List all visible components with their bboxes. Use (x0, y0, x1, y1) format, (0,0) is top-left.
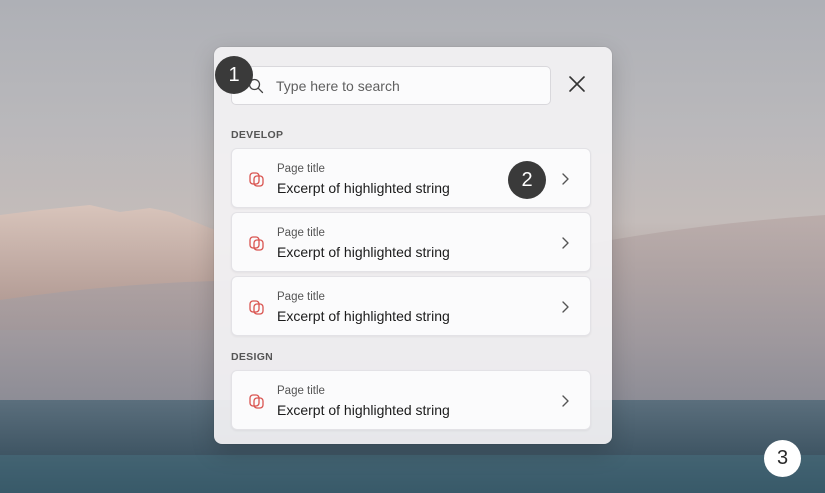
close-icon (568, 75, 586, 98)
result-title: Page title (277, 227, 325, 239)
callout-marker-3: 3 (764, 440, 801, 477)
chevron-right-icon (560, 394, 572, 408)
result-excerpt: Excerpt of highlighted string (277, 244, 450, 260)
chevron-right-icon (560, 236, 572, 250)
result-excerpt: Excerpt of highlighted string (277, 180, 450, 196)
result-excerpt: Excerpt of highlighted string (277, 402, 450, 418)
result-title: Page title (277, 163, 325, 175)
result-item[interactable]: Page title Excerpt of highlighted string (231, 276, 591, 336)
close-button[interactable] (565, 74, 589, 98)
search-panel: DEVELOP Page title Excerpt of highlighte… (214, 47, 612, 444)
result-excerpt: Excerpt of highlighted string (277, 308, 450, 324)
page-icon (248, 170, 266, 188)
result-item[interactable]: Page title Excerpt of highlighted string (231, 212, 591, 272)
page-icon (248, 234, 266, 252)
page-icon (248, 298, 266, 316)
chevron-right-icon (560, 300, 572, 314)
result-title: Page title (277, 291, 325, 303)
search-box[interactable] (231, 66, 551, 105)
callout-marker-2: 2 (508, 161, 546, 199)
section-header-develop: DEVELOP (231, 129, 284, 141)
page-icon (248, 392, 266, 410)
chevron-right-icon (560, 172, 572, 186)
result-title: Page title (277, 385, 325, 397)
callout-marker-1: 1 (215, 56, 253, 94)
section-header-design: DESIGN (231, 351, 274, 363)
search-input[interactable] (276, 67, 536, 104)
result-item[interactable]: Page title Excerpt of highlighted string (231, 370, 591, 430)
